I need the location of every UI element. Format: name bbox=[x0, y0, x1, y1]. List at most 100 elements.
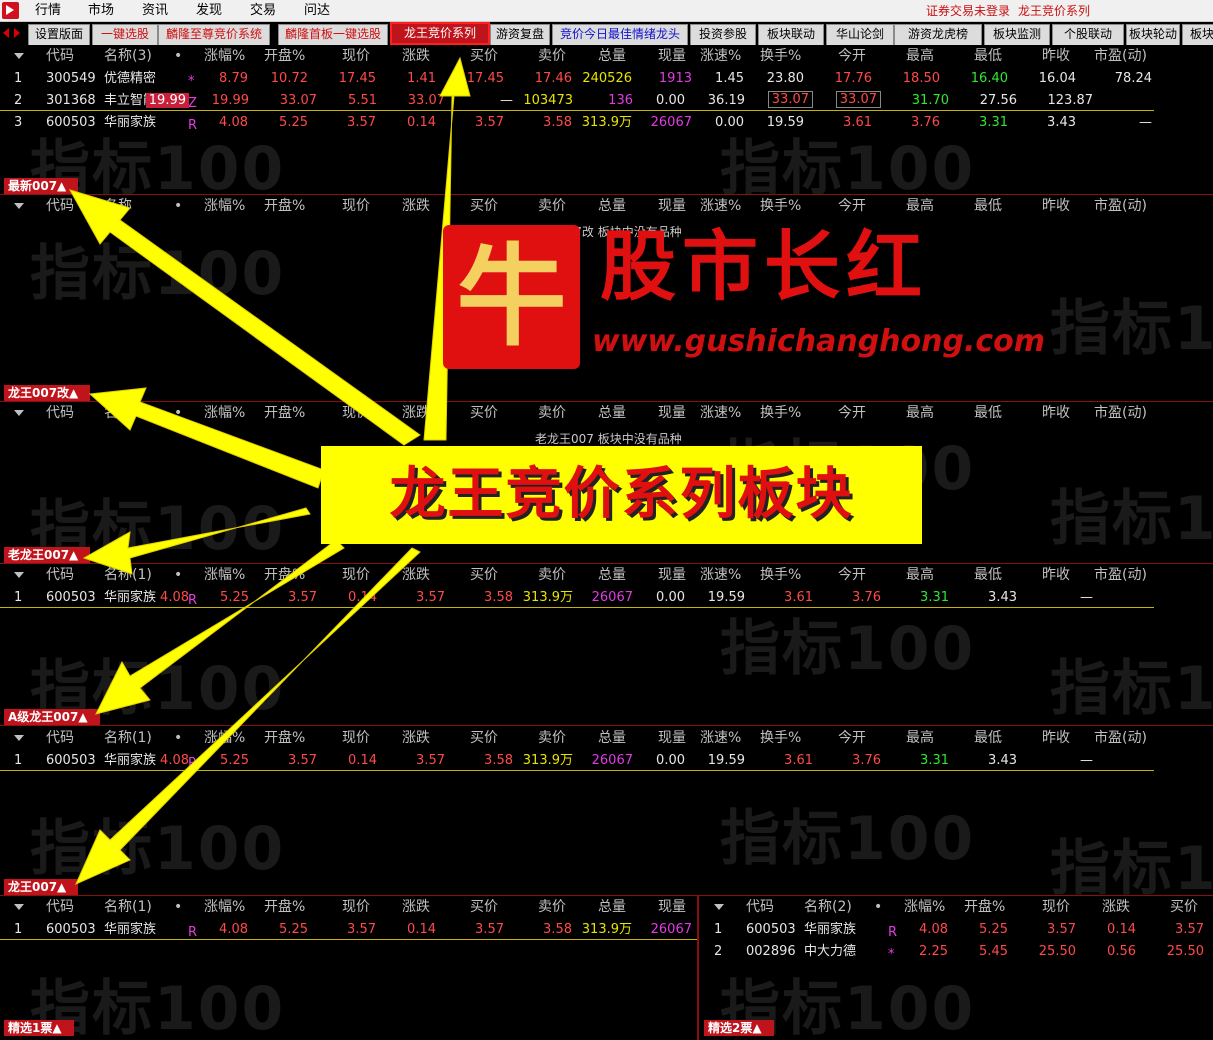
tab-13[interactable]: 个股联动 bbox=[1052, 24, 1124, 45]
column-header-pe[interactable]: 市盈(动) bbox=[1094, 405, 1147, 421]
tab-15[interactable]: 板块 bbox=[1182, 24, 1213, 45]
table-row[interactable]: 1 R 600503 华丽家族 4.08 5.25 3.57 0.14 3.57 3.58 313.… bbox=[0, 586, 1154, 608]
login-status[interactable]: 证券交易未登录 bbox=[926, 4, 1010, 18]
panel-divider[interactable] bbox=[0, 725, 1213, 726]
column-header-high[interactable]: 最高 bbox=[906, 730, 934, 746]
tab-12[interactable]: 板块监测 bbox=[984, 24, 1050, 45]
column-header-vol[interactable]: 总量 bbox=[598, 198, 626, 214]
tab-7[interactable]: 竞价今日最佳情绪龙头 bbox=[552, 24, 688, 45]
column-header-price[interactable]: 现价 bbox=[342, 48, 370, 64]
menu-item-trade[interactable]: 交易 bbox=[250, 3, 276, 19]
column-menu-icon[interactable] bbox=[714, 904, 724, 910]
tab-3[interactable]: 麟隆至尊竞价系统 bbox=[158, 24, 270, 45]
tab-4[interactable]: 麟隆首板一键选股 bbox=[278, 24, 388, 45]
column-header-pe[interactable]: 市盈(动) bbox=[1094, 567, 1147, 583]
column-header-code[interactable]: 代码 bbox=[46, 198, 74, 214]
column-header-chg[interactable]: 涨幅% bbox=[204, 567, 245, 583]
table-row[interactable]: 1 R 600503 华丽家族 4.08 5.25 3.57 0.14 3.57 bbox=[700, 918, 1213, 940]
column-header-name[interactable]: 名称(1) bbox=[104, 730, 152, 746]
column-header-turnover[interactable]: 换手% bbox=[760, 198, 801, 214]
column-header-chg[interactable]: 涨幅% bbox=[904, 899, 945, 915]
panel-label-2[interactable]: 龙王007改▲ bbox=[4, 385, 91, 401]
column-header-ask[interactable]: 卖价 bbox=[538, 567, 566, 583]
panel-label-5[interactable]: 龙王007▲ bbox=[4, 879, 79, 895]
tab-2[interactable]: 一键选股 bbox=[92, 24, 158, 45]
column-header-ask[interactable]: 卖价 bbox=[538, 48, 566, 64]
column-header-today-open[interactable]: 今开 bbox=[838, 198, 866, 214]
column-header-prev[interactable]: 昨收 bbox=[1042, 567, 1070, 583]
column-header-speed[interactable]: 涨速% bbox=[700, 405, 741, 421]
column-header-turnover[interactable]: 换手% bbox=[760, 567, 801, 583]
column-header-name[interactable]: 名称(1) bbox=[104, 567, 152, 583]
column-header-pe[interactable]: 市盈(动) bbox=[1094, 48, 1147, 64]
menu-item-news[interactable]: 资讯 bbox=[142, 3, 168, 19]
column-header-today-open[interactable]: 今开 bbox=[838, 730, 866, 746]
column-header-code[interactable]: 代码 bbox=[46, 405, 74, 421]
column-header-bid[interactable]: 买价 bbox=[1170, 899, 1198, 915]
column-header-open-pct[interactable]: 开盘% bbox=[264, 899, 305, 915]
column-header-prev[interactable]: 昨收 bbox=[1042, 405, 1070, 421]
app-logo-icon[interactable] bbox=[2, 2, 19, 19]
column-header-cur-vol[interactable]: 现量 bbox=[658, 405, 686, 421]
column-menu-icon[interactable] bbox=[14, 904, 24, 910]
column-header-prev[interactable]: 昨收 bbox=[1042, 730, 1070, 746]
column-header-vol[interactable]: 总量 bbox=[598, 899, 626, 915]
panel-label-3[interactable]: 老龙王007▲ bbox=[4, 547, 91, 563]
column-header-pe[interactable]: 市盈(动) bbox=[1094, 198, 1147, 214]
column-menu-icon[interactable] bbox=[14, 735, 24, 741]
column-header-pe[interactable]: 市盈(动) bbox=[1094, 730, 1147, 746]
column-header-name[interactable]: 名称(2) bbox=[804, 899, 852, 915]
column-header-cur-vol[interactable]: 现量 bbox=[658, 567, 686, 583]
column-header-bid[interactable]: 买价 bbox=[470, 899, 498, 915]
column-header-open-pct[interactable]: 开盘% bbox=[264, 730, 305, 746]
bottom-panels-divider[interactable] bbox=[697, 896, 699, 1040]
column-header-open-pct[interactable]: 开盘% bbox=[264, 198, 305, 214]
column-header-code[interactable]: 代码 bbox=[46, 48, 74, 64]
column-header-speed[interactable]: 涨速% bbox=[700, 48, 741, 64]
panel-label-1[interactable]: 最新007▲ bbox=[4, 178, 79, 194]
column-header-diff[interactable]: 涨跌 bbox=[402, 730, 430, 746]
column-header-chg[interactable]: 涨幅% bbox=[204, 899, 245, 915]
column-header-name[interactable]: 名称 bbox=[104, 198, 132, 214]
panel-label-7[interactable]: 精选2票▲ bbox=[704, 1020, 774, 1036]
table-row[interactable]: 1 * 300549 优德精密 8.79 10.72 17.45 1.41 17.45 17.46… bbox=[0, 67, 1213, 89]
column-header-diff[interactable]: 涨跌 bbox=[402, 405, 430, 421]
tab-14[interactable]: 板块轮动 bbox=[1126, 24, 1180, 45]
column-header-cur-vol[interactable]: 现量 bbox=[658, 730, 686, 746]
column-header-turnover[interactable]: 换手% bbox=[760, 48, 801, 64]
column-header-diff[interactable]: 涨跌 bbox=[402, 567, 430, 583]
tab-1[interactable]: 设置版面 bbox=[28, 24, 90, 45]
column-header-prev[interactable]: 昨收 bbox=[1042, 48, 1070, 64]
tab-scroll-right-icon[interactable] bbox=[14, 28, 20, 38]
panel-label-4[interactable]: A级龙王007▲ bbox=[4, 709, 100, 725]
column-header-diff[interactable]: 涨跌 bbox=[402, 198, 430, 214]
column-menu-icon[interactable] bbox=[14, 410, 24, 416]
column-header-name[interactable]: 名称(3) bbox=[104, 48, 152, 64]
column-header-chg[interactable]: 涨幅% bbox=[204, 48, 245, 64]
column-menu-icon[interactable] bbox=[14, 53, 24, 59]
column-header-high[interactable]: 最高 bbox=[906, 198, 934, 214]
column-header-today-open[interactable]: 今开 bbox=[838, 567, 866, 583]
column-menu-icon[interactable] bbox=[14, 203, 24, 209]
column-header-cur-vol[interactable]: 现量 bbox=[658, 198, 686, 214]
column-header-open-pct[interactable]: 开盘% bbox=[264, 405, 305, 421]
column-header-bid[interactable]: 买价 bbox=[470, 198, 498, 214]
column-header-low[interactable]: 最低 bbox=[974, 405, 1002, 421]
column-header-high[interactable]: 最高 bbox=[906, 48, 934, 64]
column-header-code[interactable]: 代码 bbox=[746, 899, 774, 915]
column-header-price[interactable]: 现价 bbox=[342, 899, 370, 915]
column-header-low[interactable]: 最低 bbox=[974, 48, 1002, 64]
column-header-speed[interactable]: 涨速% bbox=[700, 730, 741, 746]
column-header-speed[interactable]: 涨速% bbox=[700, 567, 741, 583]
column-header-low[interactable]: 最低 bbox=[974, 567, 1002, 583]
column-header-today-open[interactable]: 今开 bbox=[838, 405, 866, 421]
tab-6[interactable]: 游资复盘 bbox=[490, 24, 550, 45]
column-header-bid[interactable]: 买价 bbox=[470, 730, 498, 746]
tab-9[interactable]: 板块联动 bbox=[758, 24, 824, 45]
column-header-ask[interactable]: 卖价 bbox=[538, 405, 566, 421]
column-header-today-open[interactable]: 今开 bbox=[838, 48, 866, 64]
column-header-vol[interactable]: 总量 bbox=[598, 730, 626, 746]
table-row[interactable]: 2 * 002896 中大力德 2.25 5.45 25.50 0.56 25.50 bbox=[700, 940, 1213, 962]
column-header-open-pct[interactable]: 开盘% bbox=[264, 567, 305, 583]
column-header-low[interactable]: 最低 bbox=[974, 730, 1002, 746]
